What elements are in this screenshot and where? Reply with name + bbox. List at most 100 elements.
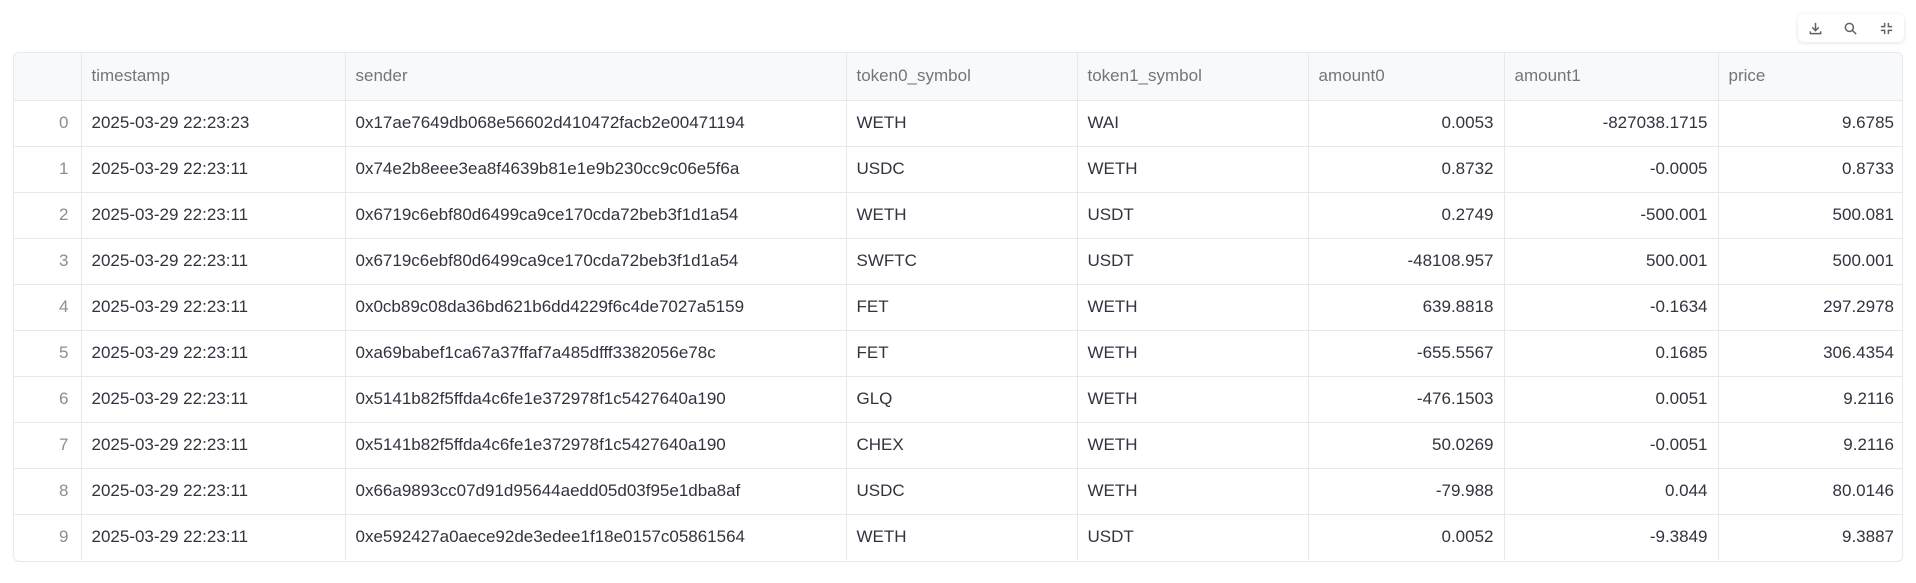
token0-symbol-cell[interactable]: CHEX bbox=[846, 422, 1078, 469]
amount1-cell[interactable]: 0.044 bbox=[1504, 468, 1719, 515]
timestamp-cell[interactable]: 2025-03-29 22:23:11 bbox=[81, 238, 346, 285]
timestamp-cell[interactable]: 2025-03-29 22:23:11 bbox=[81, 422, 346, 469]
amount0-cell[interactable]: 639.8818 bbox=[1308, 284, 1505, 331]
timestamp-cell[interactable]: 2025-03-29 22:23:11 bbox=[81, 376, 346, 423]
column-header-amount1[interactable]: amount1 bbox=[1504, 53, 1719, 101]
row-index: 9 bbox=[14, 514, 82, 560]
timestamp-cell[interactable]: 2025-03-29 22:23:23 bbox=[81, 100, 346, 147]
table-row[interactable]: 2 2025-03-29 22:23:11 0x6719c6ebf80d6499ca… bbox=[14, 192, 1902, 239]
price-cell[interactable]: 9.6785 bbox=[1718, 100, 1902, 147]
amount0-cell[interactable]: -79.988 bbox=[1308, 468, 1505, 515]
column-header-token0-symbol[interactable]: token0_symbol bbox=[846, 53, 1078, 101]
token1-symbol-cell[interactable]: USDT bbox=[1077, 192, 1309, 239]
token0-symbol-cell[interactable]: WETH bbox=[846, 192, 1078, 239]
amount0-cell[interactable]: 0.8732 bbox=[1308, 146, 1505, 193]
row-index: 3 bbox=[14, 238, 82, 285]
token0-symbol-cell[interactable]: FET bbox=[846, 330, 1078, 377]
table-row[interactable]: 7 2025-03-29 22:23:11 0x5141b82f5ffda4c6fe… bbox=[14, 422, 1902, 469]
price-cell[interactable]: 9.3887 bbox=[1718, 514, 1902, 560]
timestamp-cell[interactable]: 2025-03-29 22:23:11 bbox=[81, 468, 346, 515]
amount1-cell[interactable]: -0.0051 bbox=[1504, 422, 1719, 469]
fullscreen-exit-button[interactable] bbox=[1874, 16, 1898, 40]
token1-symbol-cell[interactable]: WAI bbox=[1077, 100, 1309, 147]
token1-symbol-cell[interactable]: USDT bbox=[1077, 514, 1309, 560]
row-index: 1 bbox=[14, 146, 82, 193]
column-header-amount0[interactable]: amount0 bbox=[1308, 53, 1505, 101]
table-row[interactable]: 4 2025-03-29 22:23:11 0x0cb89c08da36bd621b… bbox=[14, 284, 1902, 331]
sender-cell[interactable]: 0xa69babef1ca67a37ffaf7a485dfff3382056e7… bbox=[345, 330, 847, 377]
column-header-index[interactable] bbox=[14, 53, 82, 101]
timestamp-cell[interactable]: 2025-03-29 22:23:11 bbox=[81, 146, 346, 193]
price-cell[interactable]: 0.8733 bbox=[1718, 146, 1902, 193]
table-row[interactable]: 9 2025-03-29 22:23:11 0xe592427a0aece92de3… bbox=[14, 514, 1902, 560]
amount1-cell[interactable]: -500.001 bbox=[1504, 192, 1719, 239]
amount1-cell[interactable]: 500.001 bbox=[1504, 238, 1719, 285]
column-header-token1-symbol[interactable]: token1_symbol bbox=[1077, 53, 1309, 101]
amount0-cell[interactable]: 0.0053 bbox=[1308, 100, 1505, 147]
table-row[interactable]: 3 2025-03-29 22:23:11 0x6719c6ebf80d6499ca… bbox=[14, 238, 1902, 285]
price-cell[interactable]: 306.4354 bbox=[1718, 330, 1902, 377]
sender-cell[interactable]: 0x5141b82f5ffda4c6fe1e372978f1c5427640a1… bbox=[345, 422, 847, 469]
download-button[interactable] bbox=[1804, 16, 1828, 40]
sender-cell[interactable]: 0x6719c6ebf80d6499ca9ce170cda72beb3f1d1a… bbox=[345, 192, 847, 239]
amount1-cell[interactable]: -9.3849 bbox=[1504, 514, 1719, 560]
timestamp-cell[interactable]: 2025-03-29 22:23:11 bbox=[81, 514, 346, 560]
token1-symbol-cell[interactable]: WETH bbox=[1077, 468, 1309, 515]
table-row[interactable]: 1 2025-03-29 22:23:11 0x74e2b8eee3ea8f4639… bbox=[14, 146, 1902, 193]
price-cell[interactable]: 80.0146 bbox=[1718, 468, 1902, 515]
token1-symbol-cell[interactable]: WETH bbox=[1077, 146, 1309, 193]
column-header-sender[interactable]: sender bbox=[345, 53, 847, 101]
dataframe-grid[interactable]: timestamp sender token0_symbol token1_sy… bbox=[13, 52, 1903, 562]
timestamp-cell[interactable]: 2025-03-29 22:23:11 bbox=[81, 330, 346, 377]
table-row[interactable]: 5 2025-03-29 22:23:11 0xa69babef1ca67a37ff… bbox=[14, 330, 1902, 377]
token0-symbol-cell[interactable]: GLQ bbox=[846, 376, 1078, 423]
row-index: 8 bbox=[14, 468, 82, 515]
search-icon bbox=[1845, 22, 1858, 35]
timestamp-cell[interactable]: 2025-03-29 22:23:11 bbox=[81, 284, 346, 331]
sender-cell[interactable]: 0xe592427a0aece92de3edee1f18e0157c058615… bbox=[345, 514, 847, 560]
amount1-cell[interactable]: 0.1685 bbox=[1504, 330, 1719, 377]
sender-cell[interactable]: 0x17ae7649db068e56602d410472facb2e004711… bbox=[345, 100, 847, 147]
token0-symbol-cell[interactable]: WETH bbox=[846, 100, 1078, 147]
column-header-timestamp[interactable]: timestamp bbox=[81, 53, 346, 101]
amount1-cell[interactable]: -0.1634 bbox=[1504, 284, 1719, 331]
table-row[interactable]: 8 2025-03-29 22:23:11 0x66a9893cc07d91d956… bbox=[14, 468, 1902, 515]
token1-symbol-cell[interactable]: WETH bbox=[1077, 422, 1309, 469]
sender-cell[interactable]: 0x66a9893cc07d91d95644aedd05d03f95e1dba8… bbox=[345, 468, 847, 515]
amount0-cell[interactable]: 0.2749 bbox=[1308, 192, 1505, 239]
search-button[interactable] bbox=[1839, 16, 1863, 40]
fullscreen-exit-icon bbox=[1880, 22, 1892, 34]
timestamp-cell[interactable]: 2025-03-29 22:23:11 bbox=[81, 192, 346, 239]
row-index: 2 bbox=[14, 192, 82, 239]
price-cell[interactable]: 9.2116 bbox=[1718, 376, 1902, 423]
token1-symbol-cell[interactable]: WETH bbox=[1077, 330, 1309, 377]
amount0-cell[interactable]: -476.1503 bbox=[1308, 376, 1505, 423]
token1-symbol-cell[interactable]: WETH bbox=[1077, 284, 1309, 331]
amount0-cell[interactable]: 50.0269 bbox=[1308, 422, 1505, 469]
row-index: 6 bbox=[14, 376, 82, 423]
token0-symbol-cell[interactable]: FET bbox=[846, 284, 1078, 331]
sender-cell[interactable]: 0x74e2b8eee3ea8f4639b81e1e9b230cc9c06e5f… bbox=[345, 146, 847, 193]
token1-symbol-cell[interactable]: WETH bbox=[1077, 376, 1309, 423]
amount0-cell[interactable]: 0.0052 bbox=[1308, 514, 1505, 560]
price-cell[interactable]: 297.2978 bbox=[1718, 284, 1902, 331]
price-cell[interactable]: 9.2116 bbox=[1718, 422, 1902, 469]
amount1-cell[interactable]: 0.0051 bbox=[1504, 376, 1719, 423]
token1-symbol-cell[interactable]: USDT bbox=[1077, 238, 1309, 285]
amount0-cell[interactable]: -655.5567 bbox=[1308, 330, 1505, 377]
price-cell[interactable]: 500.001 bbox=[1718, 238, 1902, 285]
sender-cell[interactable]: 0x0cb89c08da36bd621b6dd4229f6c4de7027a51… bbox=[345, 284, 847, 331]
table-row[interactable]: 0 2025-03-29 22:23:23 0x17ae7649db068e5660… bbox=[14, 100, 1902, 147]
token0-symbol-cell[interactable]: USDC bbox=[846, 468, 1078, 515]
column-header-price[interactable]: price bbox=[1718, 53, 1902, 101]
amount1-cell[interactable]: -0.0005 bbox=[1504, 146, 1719, 193]
token0-symbol-cell[interactable]: WETH bbox=[846, 514, 1078, 560]
amount0-cell[interactable]: -48108.957 bbox=[1308, 238, 1505, 285]
table-row[interactable]: 6 2025-03-29 22:23:11 0x5141b82f5ffda4c6fe… bbox=[14, 376, 1902, 423]
price-cell[interactable]: 500.081 bbox=[1718, 192, 1902, 239]
token0-symbol-cell[interactable]: USDC bbox=[846, 146, 1078, 193]
amount1-cell[interactable]: -827038.1715 bbox=[1504, 100, 1719, 147]
token0-symbol-cell[interactable]: SWFTC bbox=[846, 238, 1078, 285]
sender-cell[interactable]: 0x5141b82f5ffda4c6fe1e372978f1c5427640a1… bbox=[345, 376, 847, 423]
sender-cell[interactable]: 0x6719c6ebf80d6499ca9ce170cda72beb3f1d1a… bbox=[345, 238, 847, 285]
